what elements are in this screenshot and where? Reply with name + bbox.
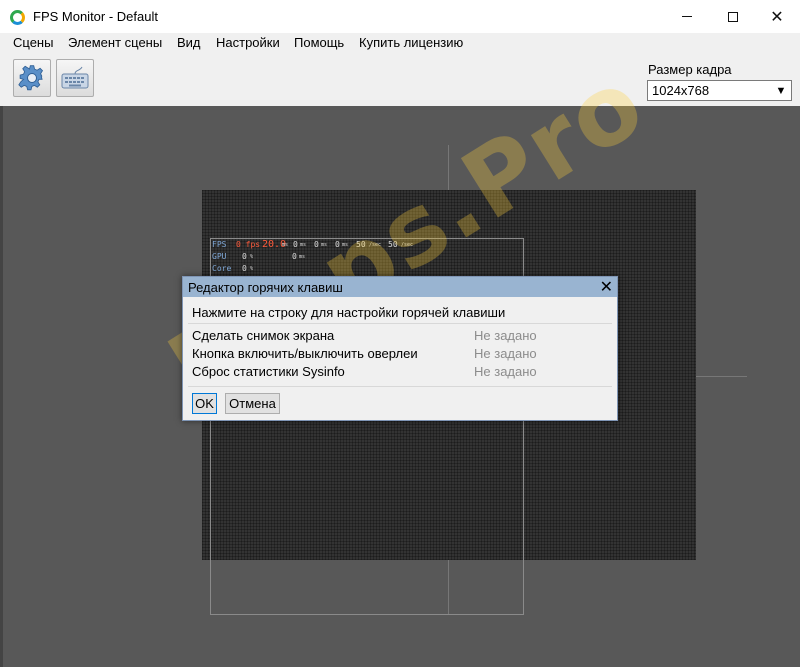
menu-buy-license[interactable]: Купить лицензию	[359, 35, 463, 50]
osd-unit: %	[250, 266, 254, 272]
osd-value: 0	[242, 264, 247, 273]
osd-value: 0	[314, 240, 319, 249]
osd-unit: ms	[300, 242, 307, 248]
gear-icon	[18, 65, 44, 91]
divider	[188, 386, 612, 387]
osd-unit: /sec	[401, 242, 414, 248]
frame-size-value: 1024x768	[652, 83, 710, 98]
app-logo-icon	[10, 10, 25, 25]
menu-view[interactable]: Вид	[177, 35, 201, 50]
minimize-button[interactable]	[664, 0, 710, 33]
window-title: FPS Monitor - Default	[33, 9, 158, 24]
hotkey-value: Не задано	[474, 328, 537, 343]
title-bar: FPS Monitor - Default ✕	[0, 0, 800, 33]
hotkey-row-screenshot[interactable]: Сделать снимок экрана Не задано	[192, 328, 612, 346]
keyboard-icon	[61, 66, 89, 89]
osd-label: GPU	[212, 252, 227, 261]
osd-unit: /sec	[369, 242, 382, 248]
close-icon[interactable]: ✕	[600, 277, 613, 297]
settings-button[interactable]	[13, 59, 51, 97]
osd-value: 0	[335, 240, 340, 249]
hotkey-value: Не задано	[474, 346, 537, 361]
hotkey-row-reset-sysinfo[interactable]: Сброс статистики Sysinfo Не задано	[192, 364, 612, 382]
osd-label: Core	[212, 264, 232, 273]
osd-unit: ms	[342, 242, 349, 248]
chevron-down-icon: ▼	[775, 84, 787, 97]
osd-value: 50	[388, 240, 398, 249]
cancel-button[interactable]: Отмена	[225, 393, 280, 414]
maximize-icon	[728, 11, 738, 22]
osd-value: 0	[293, 240, 298, 249]
dialog-title-bar: Редактор горячих клавиш ✕	[183, 277, 617, 297]
osd-value: 0	[242, 252, 247, 261]
dialog-title: Редактор горячих клавиш	[188, 280, 343, 295]
menu-scene-element[interactable]: Элемент сцены	[68, 35, 162, 50]
osd-unit: ms	[321, 242, 328, 248]
osd-value: 50	[356, 240, 366, 249]
frame-size-label: Размер кадра	[648, 62, 732, 77]
menu-scenes[interactable]: Сцены	[13, 35, 53, 50]
minimize-icon	[682, 16, 692, 17]
dialog-hint: Нажмите на строку для настройки горячей …	[192, 305, 506, 320]
hotkey-name: Сделать снимок экрана	[192, 328, 335, 343]
close-icon: ✕	[770, 8, 784, 26]
hotkey-editor-dialog: Редактор горячих клавиш ✕ Нажмите на стр…	[182, 276, 618, 421]
divider	[188, 323, 612, 324]
toolbar: Размер кадра 1024x768 ▼	[0, 52, 800, 106]
frame-size-select[interactable]: 1024x768 ▼	[647, 80, 792, 101]
hotkey-value: Не задано	[474, 364, 537, 379]
menu-bar: Сцены Элемент сцены Вид Настройки Помощь…	[0, 33, 800, 52]
osd-unit: ms	[282, 242, 289, 248]
osd-value: 0 fps	[236, 240, 261, 249]
hotkey-name: Сброс статистики Sysinfo	[192, 364, 345, 379]
hotkey-name: Кнопка включить/выключить оверлеи	[192, 346, 418, 361]
ok-button[interactable]: OK	[192, 393, 217, 414]
close-button[interactable]: ✕	[754, 0, 800, 33]
menu-help[interactable]: Помощь	[294, 35, 344, 50]
osd-label: FPS	[212, 240, 227, 249]
maximize-button[interactable]	[710, 0, 756, 33]
menu-settings[interactable]: Настройки	[216, 35, 280, 50]
hotkeys-button[interactable]	[56, 59, 94, 97]
osd-value: 0	[292, 252, 297, 261]
osd-unit: %	[250, 254, 254, 260]
osd-unit: ms	[299, 254, 306, 260]
hotkey-row-toggle-overlays[interactable]: Кнопка включить/выключить оверлеи Не зад…	[192, 346, 612, 364]
